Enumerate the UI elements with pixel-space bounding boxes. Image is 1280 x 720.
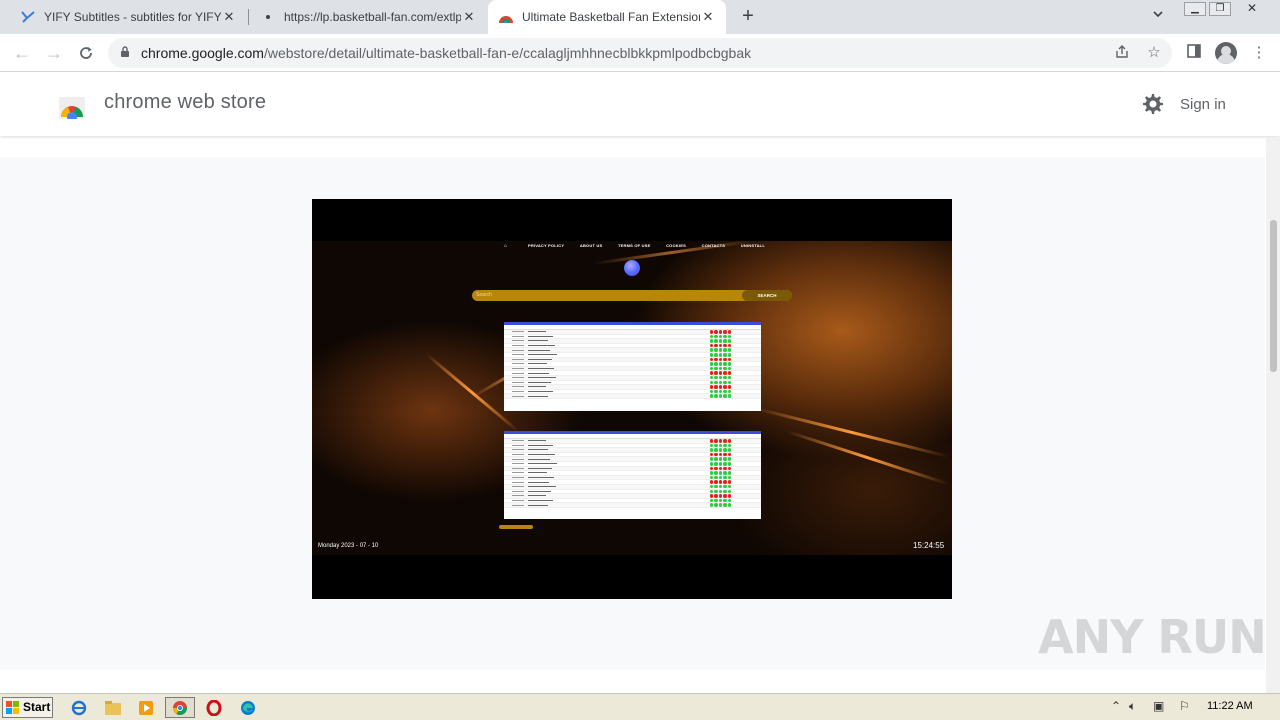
preview-home-icon: ⌂ — [504, 243, 508, 249]
url-text: chrome.google.com/webstore/detail/ultima… — [141, 45, 752, 61]
tab-separator — [248, 9, 249, 25]
tab-close-icon[interactable]: ✕ — [700, 9, 716, 25]
cws-header: chrome web store Sign in — [0, 72, 1280, 136]
new-tab-plus-icon[interactable]: + — [738, 6, 758, 26]
tab-title: https://lp.basketball-fan.com/extlp1 — [284, 10, 461, 24]
minimize-icon[interactable]: ▁ — [1184, 2, 1206, 16]
file-explorer-icon[interactable] — [102, 697, 124, 718]
address-bar[interactable]: chrome.google.com/webstore/detail/ultima… — [108, 38, 1172, 68]
preview-nav-item: PRIVACY POLICY — [528, 243, 565, 248]
preview-time: 15:24:55 — [913, 541, 945, 550]
tab-title: Ultimate Basketball Fan Extension - C — [522, 10, 700, 24]
lock-icon — [121, 46, 129, 57]
close-window-icon[interactable]: ✕ — [1241, 2, 1263, 16]
preview-table-row — [504, 394, 761, 399]
sign-in-link[interactable]: Sign in — [1180, 96, 1226, 113]
preview-nav: PRIVACY POLICY ABOUT US TERMS OF USE COO… — [528, 243, 765, 248]
edge-icon[interactable] — [237, 697, 259, 718]
forward-arrow-icon[interactable]: → — [43, 42, 65, 64]
settings-gear-icon[interactable] — [1140, 92, 1164, 116]
chrome-web-store-favicon-icon — [498, 9, 514, 25]
share-icon[interactable] — [1113, 44, 1131, 62]
preview-home-icon: ⌂ — [192, 243, 196, 249]
opera-icon[interactable] — [203, 697, 225, 718]
preview-standings-table-1 — [504, 322, 761, 411]
tab-title: YIFY Subtitles - subtitles for YIFY mo — [44, 10, 221, 24]
taskbar-clock[interactable]: 11:22 AM — [1207, 700, 1253, 712]
page-favicon-icon — [260, 9, 276, 25]
preview-nav-item: CONTACTS — [701, 243, 726, 248]
tab-basketball-fan-lp[interactable]: https://lp.basketball-fan.com/extlp1 ✕ — [250, 0, 487, 34]
side-panel-icon[interactable] — [1184, 43, 1204, 63]
tab-search-chevron-icon[interactable] — [1152, 8, 1164, 23]
preview-nav-item: COOKIES — [666, 243, 686, 248]
chrome-web-store-logo-icon[interactable] — [58, 91, 86, 119]
preview-search-placeholder: Search — [476, 292, 492, 298]
tab-close-icon[interactable]: ✕ — [221, 9, 237, 25]
internet-explorer-icon[interactable] — [68, 697, 90, 718]
media-player-icon[interactable] — [135, 697, 157, 718]
anyrun-watermark: ANY RUN — [1038, 610, 1267, 664]
tab-chrome-web-store[interactable]: Ultimate Basketball Fan Extension - C ✕ — [488, 0, 726, 34]
volume-icon[interactable]: 🔈︎ — [1129, 699, 1136, 714]
bookmark-star-icon[interactable]: ☆ — [1145, 44, 1163, 62]
preview-date: Monday 2023 - 07 - 10 — [318, 543, 379, 549]
windows-taskbar: Start — [0, 693, 1280, 720]
tray-expand-icon[interactable]: ⌃ — [1111, 699, 1121, 713]
action-center-flag-icon[interactable]: ⚐ — [1179, 699, 1190, 713]
network-icon[interactable]: ▣ — [1153, 699, 1164, 713]
preview-progress-bar — [499, 525, 533, 529]
windows-flag-icon — [6, 701, 19, 714]
chrome-taskbar-icon[interactable] — [165, 697, 195, 718]
preview-table-row — [504, 503, 761, 508]
reload-icon[interactable] — [75, 42, 97, 64]
preview-standings-table-2 — [504, 431, 761, 519]
start-label: Start — [23, 700, 51, 714]
yify-favicon-icon — [20, 9, 36, 25]
cws-title[interactable]: chrome web store — [104, 91, 266, 114]
tab-close-icon[interactable]: ✕ — [461, 9, 477, 25]
back-arrow-icon[interactable]: ← — [11, 42, 33, 64]
preview-basketball-logo-icon — [624, 260, 640, 276]
preview-nav-item: UNINSTALL — [740, 243, 765, 248]
preview-search-button: SEARCH — [742, 290, 792, 301]
restore-icon[interactable]: ❐ — [1209, 2, 1231, 16]
chrome-menu-icon[interactable]: ⋮ — [1249, 43, 1269, 63]
preview-search-bar: Search SEARCH — [472, 290, 792, 301]
preview-nav-item: ABOUT US — [579, 243, 603, 248]
scrollbar-thumb[interactable] — [1270, 220, 1277, 372]
tab-yify-subtitles[interactable]: YIFY Subtitles - subtitles for YIFY mo ✕ — [10, 0, 247, 34]
preview-nav-item: TERMS OF USE — [618, 243, 651, 248]
profile-avatar-icon[interactable] — [1215, 42, 1237, 64]
start-button[interactable]: Start — [2, 697, 53, 718]
tab-strip: YIFY Subtitles - subtitles for YIFY mo ✕… — [0, 0, 1280, 34]
browser-toolbar: ← → chrome.google.com/webstore/detail/ul… — [0, 34, 1280, 72]
